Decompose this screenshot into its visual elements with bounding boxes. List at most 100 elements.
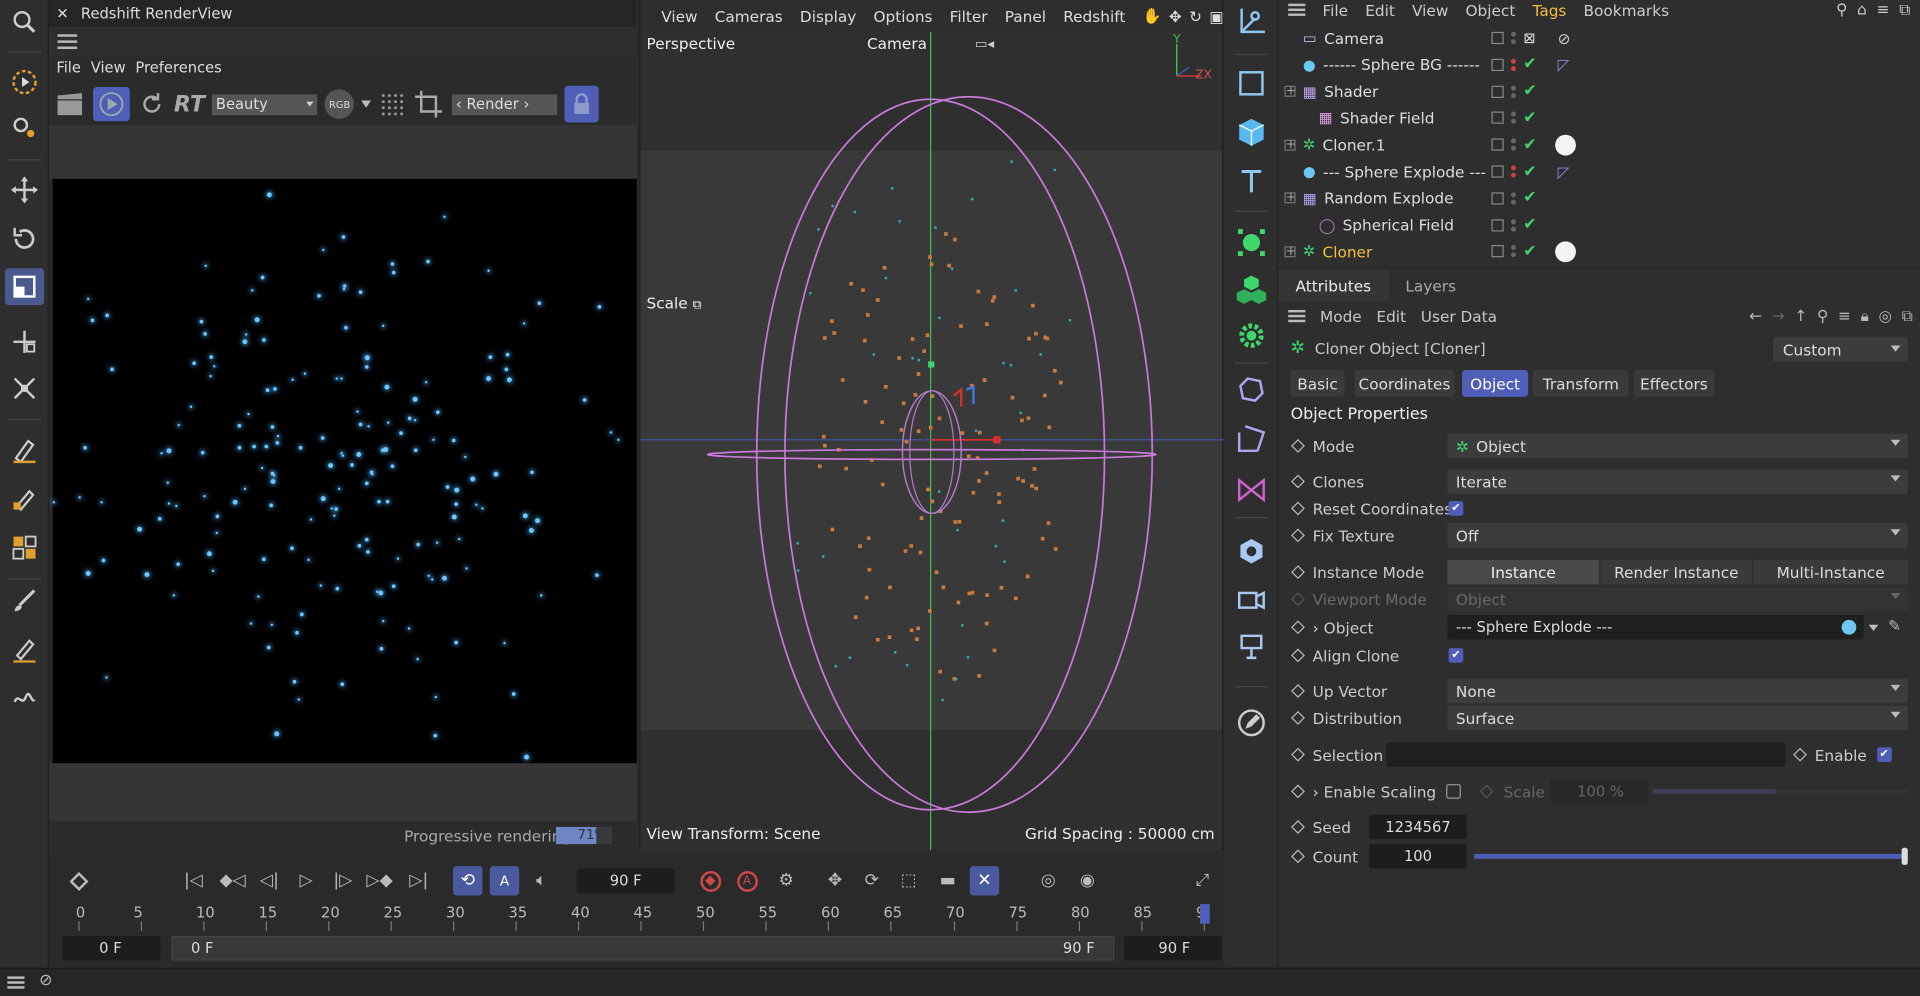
om-menu-bookmarks[interactable]: Bookmarks	[1584, 1, 1670, 19]
lock-icon[interactable]: 🔒︎	[1861, 306, 1869, 326]
playhead[interactable]	[1200, 904, 1210, 924]
scale-icon[interactable]	[4, 268, 45, 306]
picker-icon[interactable]: ✎	[1888, 616, 1901, 634]
edit-render-settings-icon[interactable]	[1232, 703, 1271, 742]
subtab-effectors[interactable]: Effectors	[1633, 369, 1715, 397]
vp-menu-filter[interactable]: Filter	[950, 7, 988, 25]
up-vector-select[interactable]: None	[1447, 678, 1908, 704]
brush-icon[interactable]	[5, 583, 44, 620]
instance-mode-instance[interactable]: Instance	[1447, 559, 1600, 585]
layer-toggle-icon[interactable]	[1491, 85, 1504, 98]
aov-select[interactable]: Beauty	[212, 93, 318, 115]
om-menu-edit[interactable]: Edit	[1365, 1, 1395, 19]
pan-hand-icon[interactable]: ✋	[1142, 6, 1161, 26]
expand-icon[interactable]: +	[1284, 85, 1296, 98]
environment-icon[interactable]	[1232, 532, 1271, 571]
object-row[interactable]: ● ------ Sphere BG ------ ✔ ◸	[1278, 51, 1920, 78]
keyframe-diamond-icon[interactable]	[1291, 474, 1305, 489]
text-icon[interactable]	[1232, 162, 1271, 201]
move-icon[interactable]	[5, 172, 44, 209]
visibility-dots-icon[interactable]	[1511, 31, 1516, 45]
subtab-transform[interactable]: Transform	[1533, 369, 1629, 397]
vp-menu-panel[interactable]: Panel	[1005, 7, 1046, 25]
object-name[interactable]: Spherical Field	[1343, 216, 1454, 234]
end-frame-field[interactable]: 90 F	[1124, 935, 1223, 961]
chevron-right-icon[interactable]: ›	[1313, 618, 1319, 636]
keyframe-diamond-icon[interactable]	[1291, 620, 1305, 635]
hamburger-icon[interactable]	[1288, 3, 1306, 16]
align-clone-checkbox[interactable]: ✔	[1448, 648, 1464, 663]
chevron-down-icon[interactable]	[361, 100, 372, 108]
layer-toggle-icon[interactable]	[1491, 192, 1504, 205]
rgb-badge[interactable]: RGB	[324, 89, 355, 119]
hamburger-icon[interactable]	[57, 34, 78, 50]
orbit-icon[interactable]: ↻	[1189, 7, 1202, 25]
check-circle-icon[interactable]: ⊘	[39, 972, 52, 990]
object-link-field[interactable]: --- Sphere Explode ---	[1447, 615, 1864, 640]
keyframe-diamond-icon[interactable]	[1291, 648, 1305, 663]
expand-icon[interactable]: +	[1284, 245, 1296, 258]
range-bar[interactable]	[171, 935, 1115, 961]
menu-file[interactable]: File	[56, 59, 81, 84]
home-icon[interactable]: ⌂	[1857, 0, 1867, 20]
prev-frame-icon[interactable]: ◁|	[255, 866, 284, 895]
keyframe-diamond-icon[interactable]	[1291, 710, 1305, 725]
no-entry-tag-icon[interactable]: ⊘	[1558, 29, 1571, 47]
object-row[interactable]: + ✲ Cloner.1 ✔	[1278, 131, 1920, 158]
object-name[interactable]: Shader Field	[1340, 109, 1434, 127]
count-slider[interactable]	[1474, 853, 1906, 859]
spline-pen-icon[interactable]	[5, 480, 44, 517]
subtab-object[interactable]: Object	[1462, 369, 1529, 397]
vp-menu-cameras[interactable]: Cameras	[715, 7, 783, 25]
layer-toggle-icon[interactable]	[1491, 165, 1504, 178]
deformer-icon[interactable]	[1232, 370, 1271, 409]
enable-checkbox[interactable]: ✔	[1876, 747, 1892, 763]
visibility-dots-icon[interactable]	[1511, 192, 1516, 205]
check-icon[interactable]: ✔	[1523, 82, 1536, 100]
current-frame-field[interactable]: 90 F	[576, 868, 675, 894]
record-icon[interactable]	[696, 866, 725, 895]
object-row[interactable]: + ▦ Shader ✔	[1278, 78, 1920, 105]
check-icon[interactable]: ✔	[1523, 109, 1536, 127]
cubes-icon[interactable]	[5, 529, 44, 566]
sphere-tag-icon[interactable]	[1555, 134, 1576, 156]
placement-icon[interactable]	[5, 370, 44, 407]
pen-icon[interactable]	[5, 431, 44, 468]
new-window-icon[interactable]: ⧉	[1902, 306, 1913, 326]
instance-mode-render-instance[interactable]: Render Instance	[1600, 559, 1753, 585]
render-region-button[interactable]: ‹ Render ›	[452, 93, 558, 115]
subtab-coordinates[interactable]: Coordinates	[1354, 369, 1455, 397]
live-selection-icon[interactable]	[5, 64, 44, 101]
bend-icon[interactable]	[1232, 419, 1271, 458]
crop-icon[interactable]	[413, 89, 445, 118]
motion-clip-icon[interactable]: ◎	[1033, 866, 1062, 895]
om-menu-view[interactable]: View	[1412, 1, 1448, 19]
reset-coordinates-checkbox[interactable]: ✔	[1448, 501, 1464, 516]
object-row[interactable]: ▭ Camera ⊠ ⊘	[1278, 25, 1920, 52]
visibility-dots-icon[interactable]	[1511, 111, 1516, 125]
clapper-icon[interactable]	[54, 91, 86, 118]
check-icon[interactable]: ✔	[1523, 189, 1536, 207]
timeline-expand-icon[interactable]: ⤢	[1188, 866, 1217, 895]
sphere-tag-icon[interactable]	[1555, 241, 1576, 263]
keyframe-diamond-icon[interactable]	[1291, 501, 1305, 516]
back-arrow-icon[interactable]: ←	[1749, 306, 1762, 326]
new-window-icon[interactable]: ⧉	[1899, 0, 1910, 20]
menu-view[interactable]: View	[91, 59, 126, 84]
keyframe-diamond-icon[interactable]	[1291, 439, 1305, 453]
field-icon[interactable]	[1232, 470, 1271, 509]
effector-gear-icon[interactable]	[1232, 316, 1271, 355]
layout-icon[interactable]: ▣	[1209, 7, 1223, 25]
forward-arrow-icon[interactable]: →	[1772, 306, 1785, 326]
check-icon[interactable]: ✔	[1523, 136, 1536, 154]
seed-field[interactable]: 1234567	[1368, 814, 1467, 840]
tab-layers[interactable]: Layers	[1388, 270, 1473, 302]
keyframe-diamond-icon[interactable]	[1291, 747, 1305, 762]
object-row[interactable]: ◯ Spherical Field ✔	[1278, 211, 1920, 238]
light-icon[interactable]	[1232, 627, 1271, 666]
layer-toggle-icon[interactable]	[1491, 31, 1504, 45]
search-icon[interactable]: ⚲	[1817, 306, 1828, 326]
autokey-icon[interactable]: A	[732, 866, 761, 895]
count-slider-handle[interactable]	[1901, 847, 1908, 865]
visibility-dots-icon[interactable]	[1511, 165, 1516, 178]
